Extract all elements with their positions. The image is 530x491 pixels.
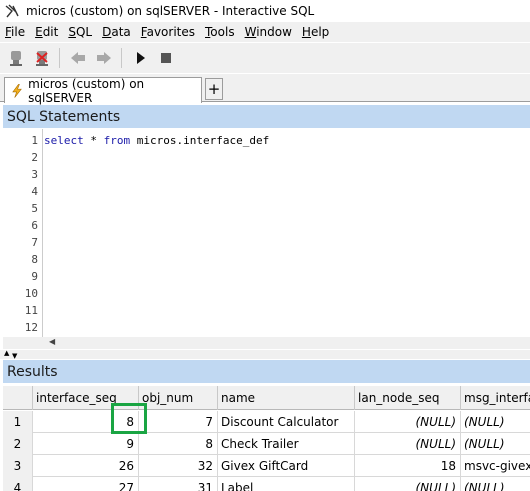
highlight-box [111, 403, 147, 434]
menu-window[interactable]: Window [240, 25, 297, 39]
add-tab-button[interactable]: + [205, 78, 223, 100]
menu-file[interactable]: File [0, 25, 30, 39]
line-number: 4 [31, 185, 38, 198]
toolbar-separator [59, 48, 60, 68]
menu-edit[interactable]: Edit [30, 25, 63, 39]
results-grid[interactable]: interface_seq obj_num name lan_node_seq … [3, 386, 530, 491]
sql-statements-header: SQL Statements [3, 105, 530, 128]
cell-obj-num[interactable]: 7 [139, 411, 218, 433]
toolbar [0, 43, 530, 73]
cell-interface-seq[interactable]: 27 [33, 477, 139, 491]
row-number: 1 [3, 411, 33, 433]
pane-splitter[interactable]: ▲ ▼ [0, 350, 530, 360]
toolbar-separator [121, 48, 122, 68]
line-number: 3 [31, 168, 38, 181]
column-header-lan-node-seq[interactable]: lan_node_seq [355, 386, 461, 410]
line-number: 8 [31, 253, 38, 266]
cell-obj-num[interactable]: 32 [139, 455, 218, 477]
cell-lan-node-seq[interactable]: (NULL) [355, 433, 461, 455]
menu-data[interactable]: Data [97, 25, 136, 39]
keyword-from: from [103, 134, 131, 147]
stop-button[interactable] [154, 46, 178, 70]
cell-msg-interface[interactable]: msvc-givex [461, 455, 530, 477]
line-number: 5 [31, 202, 38, 215]
title-bar: micros (custom) on sqlSERVER - Interacti… [0, 0, 530, 22]
row-number: 4 [3, 477, 33, 491]
forward-button[interactable] [92, 46, 116, 70]
cell-obj-num[interactable]: 31 [139, 477, 218, 491]
connect-button[interactable] [4, 46, 28, 70]
menu-favorites[interactable]: Favorites [136, 25, 200, 39]
cell-msg-interface[interactable]: (NULL) [461, 477, 530, 491]
splitter-down-icon[interactable]: ▼ [12, 353, 17, 360]
disconnect-button[interactable] [30, 46, 54, 70]
scroll-left-icon[interactable]: ◀ [49, 337, 55, 346]
cell-lan-node-seq[interactable]: (NULL) [355, 411, 461, 433]
line-number: 12 [24, 321, 38, 334]
keyword-select: select [44, 134, 84, 147]
line-number: 2 [31, 151, 38, 164]
column-header-msg-interface[interactable]: msg_interfa [461, 386, 530, 410]
app-icon [5, 4, 19, 18]
execute-button[interactable] [128, 46, 152, 70]
row-number: 2 [3, 433, 33, 455]
table-row[interactable]: 3 26 32 Givex GiftCard 18 msvc-givex [3, 455, 530, 477]
back-button[interactable] [66, 46, 90, 70]
menu-bar: File Edit SQL Data Favorites Tools Windo… [0, 22, 530, 42]
cell-name[interactable]: Discount Calculator [218, 411, 355, 433]
tab-bar: micros (custom) on sqlSERVER + [0, 74, 530, 105]
forward-arrow-icon [97, 52, 111, 64]
line-number: 9 [31, 270, 38, 283]
code-table-name: micros.interface_def [130, 134, 270, 147]
line-number: 6 [31, 219, 38, 232]
menu-tools[interactable]: Tools [200, 25, 240, 39]
grid-header-row: interface_seq obj_num name lan_node_seq … [3, 386, 530, 410]
line-number-gutter: 1 2 3 4 5 6 7 8 9 10 11 12 [3, 129, 43, 337]
table-row[interactable]: 4 27 31 Label (NULL) (NULL) [3, 477, 530, 491]
disconnect-icon [36, 51, 48, 66]
cell-name[interactable]: Label [218, 477, 355, 491]
cell-interface-seq[interactable]: 26 [33, 455, 139, 477]
stop-icon [161, 53, 171, 63]
sql-code-line: select * from micros.interface_def [44, 132, 269, 149]
back-arrow-icon [71, 52, 85, 64]
connect-icon [10, 51, 22, 66]
lightning-icon [12, 83, 22, 98]
execute-icon [137, 52, 145, 64]
row-number: 3 [3, 455, 33, 477]
editor-horizontal-scrollbar[interactable]: ◀ [3, 337, 530, 349]
code-star: * [83, 134, 104, 147]
menu-sql[interactable]: SQL [63, 25, 97, 39]
cell-obj-num[interactable]: 8 [139, 433, 218, 455]
tab-connection[interactable]: micros (custom) on sqlSERVER [4, 76, 202, 105]
cell-interface-seq[interactable]: 9 [33, 433, 139, 455]
line-number: 10 [24, 287, 38, 300]
line-number: 7 [31, 236, 38, 249]
splitter-up-icon[interactable]: ▲ [4, 350, 9, 357]
tab-label: micros (custom) on sqlSERVER [28, 76, 145, 105]
cell-name[interactable]: Givex GiftCard [218, 455, 355, 477]
column-header-obj-num[interactable]: obj_num [139, 386, 218, 410]
window-title: micros (custom) on sqlSERVER - Interacti… [26, 4, 315, 18]
cell-lan-node-seq[interactable]: 18 [355, 455, 461, 477]
line-number: 1 [31, 134, 38, 147]
cell-msg-interface[interactable]: (NULL) [461, 411, 530, 433]
line-number: 11 [24, 304, 38, 317]
column-header-name[interactable]: name [218, 386, 355, 410]
table-row[interactable]: 1 8 7 Discount Calculator (NULL) (NULL) [3, 411, 530, 433]
table-row[interactable]: 2 9 8 Check Trailer (NULL) (NULL) [3, 433, 530, 455]
cell-msg-interface[interactable]: (NULL) [461, 433, 530, 455]
cell-name[interactable]: Check Trailer [218, 433, 355, 455]
row-number-header [3, 386, 33, 410]
menu-help[interactable]: Help [297, 25, 334, 39]
sql-editor[interactable]: 1 2 3 4 5 6 7 8 9 10 11 12 select * from… [3, 129, 530, 337]
cell-lan-node-seq[interactable]: (NULL) [355, 477, 461, 491]
results-header: Results [3, 360, 530, 383]
